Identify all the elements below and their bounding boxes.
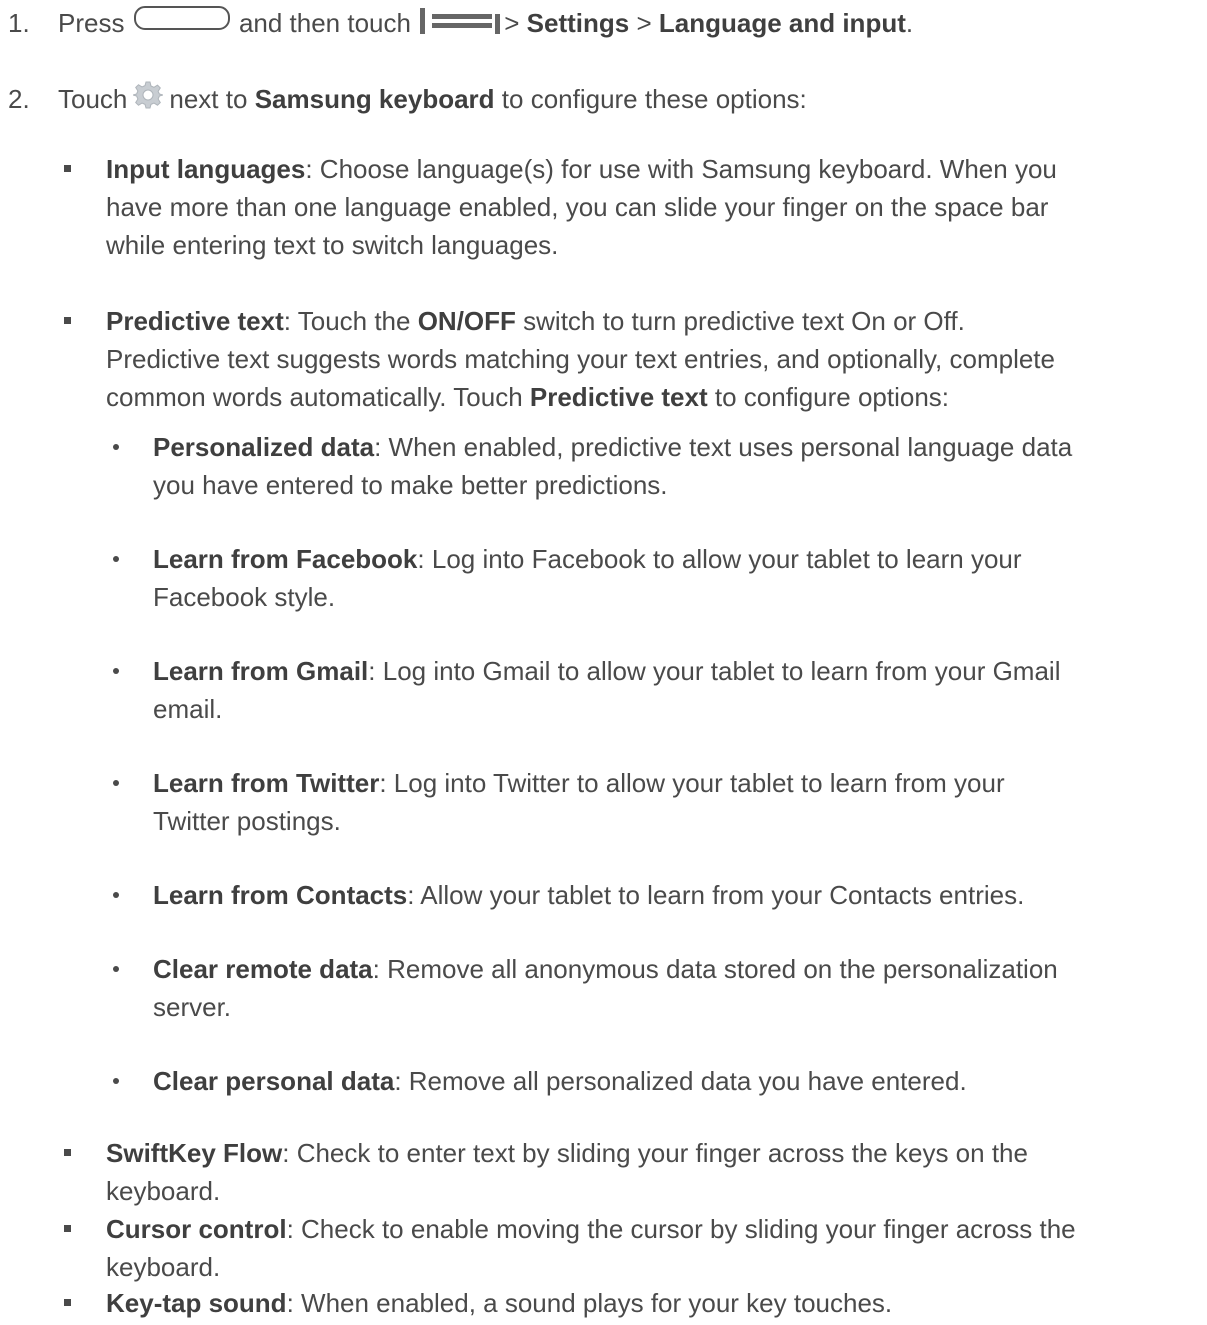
option-term: Input languages: [106, 154, 306, 184]
option-description: : Check to enter text by sliding your fi…: [282, 1138, 1028, 1168]
document-page: 1. Press and then touch > Settings > Lan…: [0, 0, 1207, 1325]
option-line: keyboard.: [106, 1176, 221, 1206]
suboption-line: Learn from Facebook: Log into Facebook t…: [153, 540, 1201, 578]
suboption-clear-personal-data: Clear personal data: Remove all personal…: [113, 1062, 1201, 1100]
round-bullet: [113, 668, 119, 674]
option-input-languages: Input languages: Choose language(s) for …: [64, 150, 1201, 264]
suboption-learn-gmail: Learn from Gmail: Log into Gmail to allo…: [113, 652, 1201, 728]
suboption-line: Learn from Contacts: Allow your tablet t…: [153, 876, 1201, 914]
separator: >: [504, 8, 520, 38]
square-bullet: [64, 317, 71, 324]
suboption-personalized-data: Personalized data: When enabled, predict…: [113, 428, 1201, 504]
option-term: Predictive text: [106, 306, 284, 336]
step-text: Press and then touch > Settings > Langua…: [58, 4, 913, 42]
suboption-term: Learn from Gmail: [153, 656, 369, 686]
option-description: : Check to enable moving the cursor by s…: [286, 1214, 1076, 1244]
option-description: : Touch the: [283, 306, 418, 336]
suboption-term: Clear personal data: [153, 1066, 395, 1096]
suboption-line: server.: [153, 992, 232, 1022]
on-off-label: ON/OFF: [417, 306, 516, 336]
round-bullet: [113, 966, 119, 972]
suboption-term: Learn from Twitter: [153, 768, 380, 798]
option-line: common words automatically. Touch Predic…: [106, 378, 1201, 416]
option-term: Key-tap sound: [106, 1288, 287, 1318]
option-line: Predictive text suggests words matching …: [106, 344, 1055, 374]
suboption-learn-twitter: Learn from Twitter: Log into Twitter to …: [113, 764, 1201, 840]
option-line: keyboard.: [106, 1252, 221, 1282]
suboption-description: : Allow your tablet to learn from your C…: [407, 880, 1025, 910]
suboption-line: email.: [153, 694, 223, 724]
step-number: 1.: [8, 8, 30, 38]
suboption-description: : Remove all personalized data you have …: [394, 1066, 967, 1096]
option-line: Predictive text: Touch the ON/OFF switch…: [106, 302, 1201, 340]
touch-text: Touch: [58, 84, 128, 114]
square-bullet: [64, 1299, 71, 1306]
suboption-term: Learn from Facebook: [153, 544, 418, 574]
gear-icon: [133, 81, 164, 109]
next-to-text: next to: [169, 84, 248, 114]
round-bullet: [113, 556, 119, 562]
suboption-line: Learn from Gmail: Log into Gmail to allo…: [153, 652, 1201, 690]
suboption-line: Clear remote data: Remove all anonymous …: [153, 950, 1201, 988]
option-swiftkey-flow: SwiftKey Flow: Check to enter text by sl…: [64, 1134, 1201, 1210]
option-line: Key-tap sound: When enabled, a sound pla…: [106, 1284, 1201, 1322]
round-bullet: [113, 1078, 119, 1084]
option-term: Cursor control: [106, 1214, 287, 1244]
suboption-description: : Log into Gmail to allow your tablet to…: [368, 656, 1061, 686]
press-text: Press: [58, 8, 125, 38]
round-bullet: [113, 780, 119, 786]
option-line: Cursor control: Check to enable moving t…: [106, 1210, 1201, 1248]
square-bullet: [64, 1225, 71, 1232]
then-touch-text: and then touch: [238, 8, 411, 38]
option-description: common words automatically. Touch: [106, 382, 530, 412]
step-text: Touch next to Samsung keyboard to config…: [58, 80, 807, 118]
option-cursor-control: Cursor control: Check to enable moving t…: [64, 1210, 1201, 1286]
suboption-term: Clear remote data: [153, 954, 373, 984]
suboption-learn-contacts: Learn from Contacts: Allow your tablet t…: [113, 876, 1201, 914]
option-line: SwiftKey Flow: Check to enter text by sl…: [106, 1134, 1201, 1172]
option-description: : When enabled, a sound plays for your k…: [286, 1288, 893, 1318]
period: .: [905, 8, 914, 38]
round-bullet: [113, 892, 119, 898]
option-key-tap-sound: Key-tap sound: When enabled, a sound pla…: [64, 1284, 1201, 1322]
predictive-text-label: Predictive text: [529, 382, 708, 412]
suboption-clear-remote-data: Clear remote data: Remove all anonymous …: [113, 950, 1201, 1026]
suboption-line: Personalized data: When enabled, predict…: [153, 428, 1201, 466]
option-line: Input languages: Choose language(s) for …: [106, 150, 1201, 188]
suboption-line: you have entered to make better predicti…: [153, 470, 668, 500]
square-bullet: [64, 165, 71, 172]
round-bullet: [113, 444, 119, 450]
home-button-icon: [133, 6, 230, 30]
option-line: while entering text to switch languages.: [106, 230, 559, 260]
suboption-description: : Remove all anonymous data stored on th…: [372, 954, 1058, 984]
suboption-description: : When enabled, predictive text uses per…: [374, 432, 1073, 462]
step-number: 2.: [8, 84, 30, 114]
option-term: SwiftKey Flow: [106, 1138, 283, 1168]
suboption-term: Learn from Contacts: [153, 880, 408, 910]
menu-icon: [420, 8, 501, 34]
suboption-line: Facebook style.: [153, 582, 336, 612]
separator: >: [636, 8, 652, 38]
suboption-line: Twitter postings.: [153, 806, 341, 836]
option-description: : Choose language(s) for use with Samsun…: [305, 154, 1057, 184]
option-line: have more than one language enabled, you…: [106, 192, 1049, 222]
square-bullet: [64, 1149, 71, 1156]
language-input-label: Language and input: [658, 8, 906, 38]
samsung-keyboard-label: Samsung keyboard: [254, 84, 495, 114]
configure-text: to configure these options:: [501, 84, 807, 114]
suboption-description: : Log into Twitter to allow your tablet …: [379, 768, 1005, 798]
suboption-line: Learn from Twitter: Log into Twitter to …: [153, 764, 1201, 802]
settings-label: Settings: [526, 8, 630, 38]
option-description: to configure options:: [707, 382, 950, 412]
suboption-description: : Log into Facebook to allow your tablet…: [417, 544, 1022, 574]
option-predictive-text: Predictive text: Touch the ON/OFF switch…: [64, 302, 1201, 416]
suboption-term: Personalized data: [153, 432, 375, 462]
option-description: switch to turn predictive text On or Off…: [515, 306, 965, 336]
suboption-learn-facebook: Learn from Facebook: Log into Facebook t…: [113, 540, 1201, 616]
suboption-line: Clear personal data: Remove all personal…: [153, 1062, 1201, 1100]
